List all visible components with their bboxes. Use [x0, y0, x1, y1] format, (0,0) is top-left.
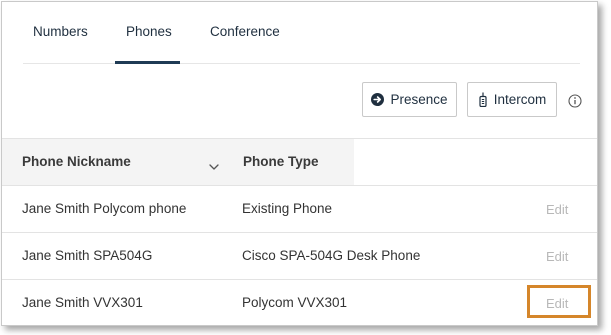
column-header-label: Phone Nickname	[22, 154, 131, 169]
column-header-type[interactable]: Phone Type	[234, 139, 354, 185]
arrow-right-circle-icon	[371, 93, 385, 106]
phones-table: Phone Nickname Phone Type Jane Smith Pol…	[2, 138, 597, 325]
edit-link[interactable]: Edit	[546, 249, 568, 264]
phone-nickname: Jane Smith SPA504G	[22, 248, 153, 263]
handset-icon	[478, 92, 488, 107]
intercom-label: Intercom	[493, 92, 547, 107]
phone-type: Existing Phone	[242, 201, 333, 216]
tab-conference[interactable]: Conference	[210, 24, 280, 39]
phones-panel: Numbers Phones Conference Presence Inter…	[1, 1, 598, 326]
presence-label: Presence	[390, 92, 448, 107]
edit-link[interactable]: Edit	[546, 296, 568, 311]
presence-button[interactable]: Presence	[362, 82, 457, 117]
edit-link[interactable]: Edit	[546, 202, 568, 217]
phone-nickname: Jane Smith Polycom phone	[22, 201, 187, 216]
phone-type: Polycom VVX301	[242, 295, 348, 310]
table-row: Jane Smith VVX301 Polycom VVX301 Edit	[2, 280, 597, 325]
phone-type: Cisco SPA-504G Desk Phone	[242, 248, 421, 263]
table-header: Phone Nickname Phone Type	[2, 139, 597, 186]
tab-bar: Numbers Phones Conference	[23, 2, 580, 64]
tab-numbers[interactable]: Numbers	[33, 24, 88, 39]
table-row: Jane Smith Polycom phone Existing Phone …	[2, 186, 597, 233]
tab-phones[interactable]: Phones	[126, 24, 172, 39]
chevron-down-icon[interactable]	[209, 158, 219, 170]
table-row: Jane Smith SPA504G Cisco SPA-504G Desk P…	[2, 233, 597, 280]
info-circle-icon[interactable]	[568, 94, 582, 108]
intercom-button[interactable]: Intercom	[467, 82, 557, 117]
column-header-nickname[interactable]: Phone Nickname	[2, 139, 234, 185]
phone-nickname: Jane Smith VVX301	[22, 295, 143, 310]
active-tab-indicator	[115, 61, 180, 64]
column-header-label: Phone Type	[243, 154, 319, 169]
